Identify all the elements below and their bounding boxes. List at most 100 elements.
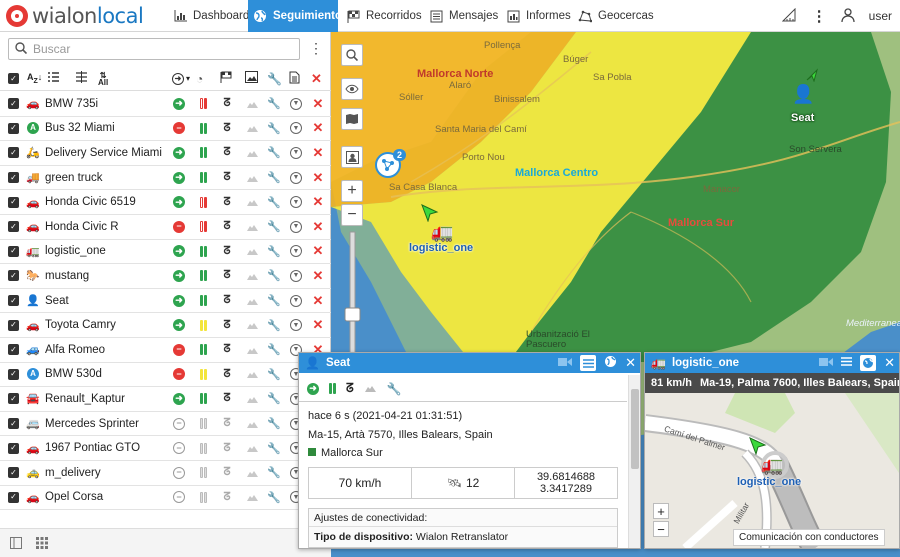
wrench-icon[interactable]: 🔧	[267, 171, 281, 185]
motion-state-cell[interactable]: −	[172, 220, 186, 234]
motion-state-cell[interactable]: ➜	[172, 318, 186, 332]
unit-row[interactable]: ✓ 🐎 mustang ➜ ᘔ 🔧 ▼ ✕	[0, 264, 331, 289]
unit-checkbox[interactable]: ✓	[8, 221, 19, 233]
wrench-icon[interactable]: 🔧	[267, 343, 281, 357]
dropdown-icon[interactable]: ▼	[289, 294, 303, 308]
unit-row[interactable]: ✓ 🚚 green truck ➜ ᘔ 🔧 ▼ ✕	[0, 166, 331, 191]
motion-unknown-icon[interactable]: −	[173, 466, 185, 479]
unit-checkbox[interactable]: ✓	[8, 147, 19, 159]
motion-state-icon[interactable]: ➜	[307, 382, 319, 395]
map-unit-logistic-icon[interactable]: 🚛	[431, 222, 453, 243]
photo-icon[interactable]	[245, 97, 259, 111]
globe-icon[interactable]	[604, 355, 617, 371]
wrench-icon[interactable]: 🔧	[267, 392, 281, 406]
select-all-checkbox[interactable]: ✓	[8, 73, 19, 84]
map-unit-seat-icon[interactable]: 👤	[792, 84, 814, 105]
photo-icon[interactable]	[245, 367, 259, 381]
route-icon[interactable]: ᘔ	[220, 367, 234, 381]
dropdown-icon[interactable]: ▼	[289, 97, 303, 111]
unit-checkbox[interactable]: ✓	[8, 196, 19, 208]
route-icon[interactable]: ᘔ	[220, 294, 234, 308]
unit-name[interactable]: m_delivery	[45, 467, 101, 479]
popup-unit-icon[interactable]: 🚛	[761, 455, 783, 476]
photo-icon[interactable]	[245, 490, 259, 504]
delete-unit-icon[interactable]: ✕	[311, 170, 325, 185]
motion-stopped-icon[interactable]: −	[173, 368, 185, 381]
measure-tool-icon[interactable]	[781, 7, 798, 25]
motion-state-cell[interactable]: −	[172, 441, 186, 455]
route-icon[interactable]: ᘔ	[220, 441, 234, 455]
user-icon[interactable]	[841, 7, 855, 25]
unit-row[interactable]: ✓ABMW 530d−ᘔ🔧▼✕	[0, 363, 331, 388]
motion-moving-icon[interactable]: ➜	[173, 245, 185, 258]
delete-unit-icon[interactable]: ✕	[311, 293, 325, 308]
delete-unit-icon[interactable]: ✕	[311, 219, 325, 234]
route-icon[interactable]: ᘔ	[220, 195, 234, 209]
all-units-icon[interactable]: ⇅ All	[98, 71, 108, 86]
motion-moving-icon[interactable]: ➜	[173, 319, 185, 332]
unit-name[interactable]: Toyota Camry	[45, 319, 116, 331]
photo-icon[interactable]	[245, 294, 259, 308]
unit-checkbox[interactable]: ✓	[8, 418, 19, 430]
unit-checkbox[interactable]: ✓	[8, 245, 19, 257]
delete-unit-icon[interactable]: ✕	[311, 194, 325, 209]
motion-moving-icon[interactable]: ➜	[173, 269, 185, 282]
photo-icon[interactable]	[245, 171, 259, 185]
motion-state-cell[interactable]: ➜	[172, 195, 186, 209]
info-list-icon[interactable]	[580, 355, 597, 371]
unit-name[interactable]: 1967 Pontiac GTO	[45, 442, 140, 454]
unit-row[interactable]: ✓ A Bus 32 Miami − ᘔ 🔧 ▼ ✕	[0, 117, 331, 142]
unit-checkbox[interactable]: ✓	[8, 344, 19, 356]
photo-icon[interactable]	[245, 244, 259, 258]
unit-name[interactable]: BMW 530d	[45, 368, 102, 380]
route-icon[interactable]: ᘔ	[220, 417, 234, 431]
info-header-icon[interactable]	[289, 71, 300, 87]
popup-zoom-in-button[interactable]: +	[653, 503, 669, 519]
nav-mensajes[interactable]: Mensajes	[424, 0, 503, 32]
motion-state-cell[interactable]: −	[172, 490, 186, 504]
route-icon[interactable]: ᘔ	[220, 318, 234, 332]
motion-state-cell[interactable]: −	[172, 466, 186, 480]
wrench-icon[interactable]: 🔧	[267, 269, 281, 283]
motion-unknown-icon[interactable]: −	[173, 491, 185, 504]
wrench-icon[interactable]: 🔧	[267, 244, 281, 258]
unit-name[interactable]: Alfa Romeo	[45, 344, 105, 356]
unit-row[interactable]: ✓ 🚗 Honda Civic 6519 ➜ ᘔ 🔧 ▼ ✕	[0, 190, 331, 215]
globe-icon[interactable]	[860, 355, 877, 371]
sort-az-icon[interactable]: AZ↓	[27, 72, 42, 85]
trips-header-icon[interactable]	[220, 71, 232, 86]
wrench-icon[interactable]: 🔧	[267, 294, 281, 308]
popup-scrollbar[interactable]	[628, 375, 640, 548]
motion-moving-icon[interactable]: ➜	[173, 146, 185, 159]
wrench-icon[interactable]: 🔧	[267, 466, 281, 480]
motion-moving-icon[interactable]: ➜	[173, 196, 185, 209]
photo-icon[interactable]	[245, 466, 259, 480]
route-icon[interactable]: ᘔ	[220, 490, 234, 504]
route-icon[interactable]: ᘔ	[220, 97, 234, 111]
motion-state-cell[interactable]: −	[172, 343, 186, 357]
video-icon[interactable]	[819, 357, 834, 370]
photo-icon[interactable]	[245, 195, 259, 209]
group-toggle-icon[interactable]	[75, 70, 88, 87]
motion-state-cell[interactable]: ➜	[172, 244, 186, 258]
user-name[interactable]: user	[869, 9, 892, 23]
unit-row[interactable]: ✓ 🚛 logistic_one ➜ ᘔ 🔧 ▼ ✕	[0, 240, 331, 265]
map-unit-seat-arrow-icon[interactable]	[805, 68, 819, 85]
unit-row[interactable]: ✓ 🚗 Honda Civic R − ᘔ 🔧 ▼ ✕	[0, 215, 331, 240]
motion-stopped-icon[interactable]: −	[173, 122, 185, 135]
unit-row[interactable]: ✓ 🚙 Alfa Romeo − ᘔ 🔧 ▼ ✕	[0, 338, 331, 363]
unit-name[interactable]: Mercedes Sprinter	[45, 418, 139, 430]
motion-state-cell[interactable]: ➜	[172, 97, 186, 111]
wrench-icon[interactable]: 🔧	[267, 121, 281, 135]
unit-checkbox[interactable]: ✓	[8, 442, 19, 454]
unit-checkbox[interactable]: ✓	[8, 172, 19, 184]
photo-icon[interactable]	[245, 343, 259, 357]
wrench-icon[interactable]: 🔧	[267, 367, 281, 381]
unit-checkbox[interactable]: ✓	[8, 319, 19, 331]
motion-moving-icon[interactable]: ➜	[173, 294, 185, 307]
unit-checkbox[interactable]: ✓	[8, 98, 19, 110]
popup-unit-label[interactable]: logistic_one	[737, 476, 801, 488]
list-view-icon[interactable]	[47, 71, 60, 86]
route-icon[interactable]: ᘔ	[220, 220, 234, 234]
delete-unit-icon[interactable]: ✕	[311, 96, 325, 111]
